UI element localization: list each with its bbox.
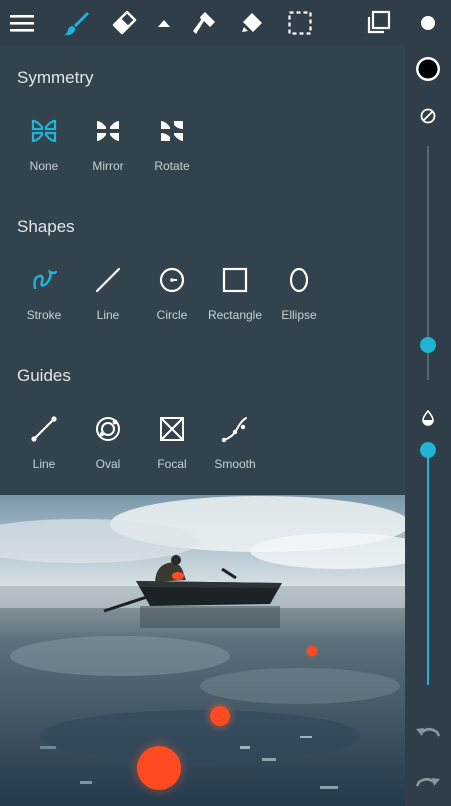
fill-tool-button[interactable] — [232, 0, 272, 46]
symmetry-mirror-label: Mirror — [92, 159, 124, 173]
shape-stroke-button[interactable]: Stroke — [12, 265, 76, 335]
shape-rectangle-label: Rectangle — [207, 308, 263, 322]
guide-line-button[interactable]: Line — [12, 414, 76, 484]
brush-size-dot-icon — [420, 15, 436, 31]
symmetry-section-title: Symmetry — [17, 68, 94, 87]
symmetry-none-icon — [29, 116, 59, 146]
guide-oval-icon — [93, 414, 123, 444]
opacity-drop-icon — [421, 409, 435, 431]
color-swatch-icon — [415, 56, 441, 87]
guides-section-title: Guides — [17, 366, 71, 385]
guide-smooth-label: Smooth — [214, 457, 256, 471]
symmetry-mirror-icon — [93, 116, 123, 146]
symmetry-none-button[interactable]: None — [12, 116, 76, 186]
shape-stroke-label: Stroke — [26, 308, 62, 322]
brush-size-indicator[interactable] — [408, 0, 448, 46]
opacity-slider-track — [427, 450, 429, 685]
opacity-slider-knob[interactable] — [420, 442, 436, 458]
guide-oval-label: Oval — [95, 457, 121, 471]
color-picker-button[interactable] — [405, 56, 451, 86]
symmetry-rotate-button[interactable]: Rotate — [140, 116, 204, 186]
layers-icon — [365, 10, 391, 36]
symmetry-rotate-icon — [157, 116, 187, 146]
undo-icon — [415, 724, 441, 747]
menu-button[interactable] — [2, 0, 42, 46]
right-sidebar — [405, 46, 451, 806]
brush-options-panel: Symmetry None Mirror Rotate Shapes Strok… — [0, 46, 405, 495]
guide-smooth-icon — [220, 414, 250, 444]
ellipse-icon — [284, 265, 314, 295]
shape-circle-button[interactable]: Circle — [140, 265, 204, 335]
brush-tool-button[interactable] — [56, 0, 96, 46]
guide-line-icon — [29, 414, 59, 444]
redo-icon — [415, 774, 441, 797]
layers-button[interactable] — [358, 0, 398, 46]
stroke-icon — [29, 265, 59, 295]
eraser-icon — [111, 10, 137, 36]
top-toolbar — [0, 0, 451, 46]
symmetry-rotate-label: Rotate — [154, 159, 190, 173]
circle-icon — [157, 265, 187, 295]
line-icon — [93, 265, 123, 295]
guide-smooth-button[interactable]: Smooth — [203, 414, 267, 484]
tool-options-toggle[interactable] — [145, 0, 183, 46]
guide-oval-button[interactable]: Oval — [76, 414, 140, 484]
shape-circle-label: Circle — [156, 308, 188, 322]
shape-ellipse-label: Ellipse — [281, 308, 317, 322]
opacity-label — [405, 409, 451, 431]
selection-icon — [288, 11, 312, 35]
fill-icon — [239, 10, 265, 36]
rectangle-icon — [220, 265, 250, 295]
size-slider-knob[interactable] — [420, 336, 436, 353]
eraser-tool-button[interactable] — [104, 0, 144, 46]
guide-focal-label: Focal — [157, 457, 187, 471]
smudge-icon — [191, 10, 217, 36]
symmetry-none-label: None — [29, 159, 59, 173]
guide-focal-icon — [157, 414, 187, 444]
symmetry-mirror-button[interactable]: Mirror — [76, 116, 140, 186]
shapes-section-title: Shapes — [17, 217, 75, 236]
menu-icon — [10, 13, 34, 33]
selection-tool-button[interactable] — [280, 0, 320, 46]
smudge-tool-button[interactable] — [184, 0, 224, 46]
clear-brush-button[interactable] — [405, 107, 451, 129]
no-brush-icon — [420, 108, 436, 129]
caret-up-icon — [158, 19, 170, 27]
shape-line-button[interactable]: Line — [76, 265, 140, 335]
guide-line-label: Line — [32, 457, 56, 471]
shape-rectangle-button[interactable]: Rectangle — [203, 265, 267, 335]
shape-ellipse-button[interactable]: Ellipse — [267, 265, 331, 335]
shape-line-label: Line — [96, 308, 120, 322]
undo-button[interactable] — [405, 723, 451, 747]
brush-icon — [63, 10, 89, 36]
redo-button[interactable] — [405, 773, 451, 797]
guide-focal-button[interactable]: Focal — [140, 414, 204, 484]
